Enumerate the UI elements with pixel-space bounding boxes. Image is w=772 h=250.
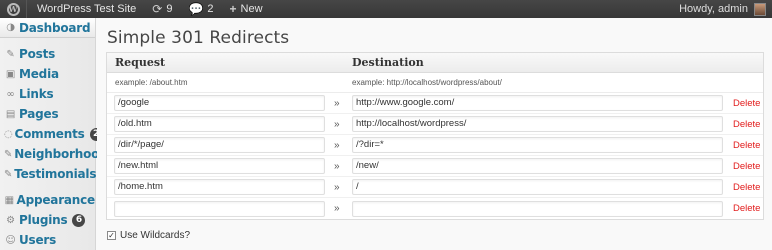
delete-link[interactable]: Delete (733, 98, 760, 109)
plugins-badge: 6 (72, 213, 86, 227)
table-row: /google » http://www.google.com/ Delete (107, 93, 763, 114)
page-icon: ▤ (5, 108, 16, 120)
redirect-arrow: » (334, 160, 340, 172)
updates-button[interactable]: ⟳ 9 (144, 0, 180, 18)
comments-count: 2 (207, 3, 214, 15)
request-input[interactable]: /old.htm (114, 116, 325, 132)
link-icon: ∞ (6, 88, 15, 100)
sidebar-item-appearance[interactable]: ▦ Appearance (0, 190, 96, 210)
sidebar-item-label: Testimonials (14, 167, 97, 181)
main-content: Simple 301 Redirects Request Destination… (97, 18, 772, 250)
new-label: New (240, 3, 263, 15)
sidebar-item-label: Media (19, 67, 59, 81)
users-icon: ☺ (5, 234, 16, 246)
admin-bar: W WordPress Test Site ⟳ 9 💬 2 + New Howd… (0, 0, 772, 18)
site-name-link[interactable]: WordPress Test Site (26, 0, 144, 18)
table-row: /dir/*/page/ » /?dir=* Delete (107, 135, 763, 156)
sidebar-item-neighborhoods[interactable]: ✎ Neighborhoods (0, 144, 115, 164)
plugin-icon: ⚙ (6, 214, 15, 226)
request-input[interactable]: /google (114, 95, 325, 111)
avatar (754, 2, 766, 16)
destination-input[interactable]: http://www.google.com/ (352, 95, 723, 111)
pin-icon: ✎ (4, 148, 13, 160)
site-name-label: WordPress Test Site (37, 3, 137, 15)
examples-row: example: /about.htm example: http://loca… (107, 73, 763, 93)
sidebar-item-comments[interactable]: ◌ Comments 2 (0, 124, 103, 144)
destination-input[interactable]: / (352, 179, 723, 195)
sidebar-item-media[interactable]: ▣ Media (0, 64, 95, 84)
destination-column-header: Destination (352, 56, 424, 69)
sidebar-item-label: Pages (19, 107, 59, 121)
sidebar-item-label: Links (19, 87, 54, 101)
request-input[interactable]: /dir/*/page/ (114, 137, 325, 153)
request-column-header: Request (115, 56, 166, 69)
table-row: /home.htm » / Delete (107, 177, 763, 198)
request-input[interactable] (114, 200, 325, 217)
destination-input[interactable]: http://localhost/wordpress/ (352, 116, 723, 132)
media-icon: ▣ (5, 68, 16, 80)
sidebar-item-label: Dashboard (19, 20, 91, 35)
delete-link[interactable]: Delete (733, 182, 760, 193)
pin-icon: ✎ (4, 168, 13, 180)
comments-button[interactable]: 💬 2 (180, 0, 221, 18)
account-menu[interactable]: Howdy, admin (679, 0, 772, 18)
request-input[interactable]: /new.html (114, 158, 325, 174)
sidebar-item-links[interactable]: ∞ Links (0, 84, 95, 104)
wordpress-logo-button[interactable]: W (0, 0, 26, 18)
redirect-arrow: » (334, 139, 340, 151)
comment-icon: ◌ (4, 128, 13, 140)
sidebar-item-posts[interactable]: ✎ Posts (0, 44, 95, 64)
new-content-button[interactable]: + New (222, 0, 271, 18)
sidebar-item-dashboard[interactable]: ◑ Dashboard (0, 18, 95, 38)
sidebar-item-label: Users (19, 233, 57, 247)
sidebar-item-label: Plugins (19, 213, 68, 227)
destination-input[interactable]: /?dir=* (352, 137, 723, 153)
wordpress-logo-icon: W (6, 2, 20, 16)
table-header: Request Destination (107, 53, 763, 73)
sidebar-item-label: Posts (19, 47, 56, 61)
table-row: » Delete (107, 198, 763, 219)
wildcards-option[interactable]: ✓ Use Wildcards? (107, 230, 190, 241)
redirects-table: Request Destination example: /about.htm … (106, 52, 764, 220)
redirect-arrow: » (334, 118, 340, 130)
delete-link[interactable]: Delete (733, 140, 760, 151)
table-row: /new.html » /new/ Delete (107, 156, 763, 177)
wildcards-checkbox[interactable]: ✓ (107, 231, 116, 240)
pin-icon: ✎ (6, 48, 15, 60)
page-title: Simple 301 Redirects (107, 28, 290, 48)
sidebar-item-testimonials[interactable]: ✎ Testimonials (0, 164, 97, 184)
wildcards-label: Use Wildcards? (120, 230, 191, 241)
appearance-icon: ▦ (4, 194, 14, 206)
delete-link[interactable]: Delete (733, 203, 760, 214)
updates-count: 9 (166, 3, 173, 15)
request-input[interactable]: /home.htm (114, 179, 325, 195)
destination-input[interactable]: /new/ (352, 158, 723, 174)
destination-input[interactable] (352, 200, 723, 217)
destination-example: example: http://localhost/wordpress/abou… (352, 78, 502, 87)
delete-link[interactable]: Delete (733, 119, 760, 130)
sidebar-item-pages[interactable]: ▤ Pages (0, 104, 95, 124)
refresh-icon: ⟳ (152, 2, 163, 16)
sidebar-item-users[interactable]: ☺ Users (0, 230, 95, 250)
delete-link[interactable]: Delete (733, 161, 760, 172)
comment-bubble-icon: 💬 (188, 2, 204, 16)
dashboard-icon: ◑ (6, 22, 15, 33)
request-example: example: /about.htm (115, 78, 188, 87)
howdy-label: Howdy, admin (679, 3, 748, 15)
sidebar-item-label: Comments (14, 127, 85, 141)
sidebar-item-plugins[interactable]: ⚙ Plugins 6 (0, 210, 95, 230)
redirect-arrow: » (334, 181, 340, 193)
table-row: /old.htm » http://localhost/wordpress/ D… (107, 114, 763, 135)
redirect-arrow: » (334, 203, 340, 214)
redirect-arrow: » (334, 97, 340, 109)
plus-icon: + (229, 2, 237, 16)
admin-sidebar: ◑ Dashboard ✎ Posts ▣ Media ∞ Links ▤ Pa… (0, 18, 115, 250)
sidebar-item-label: Appearance (16, 193, 95, 207)
